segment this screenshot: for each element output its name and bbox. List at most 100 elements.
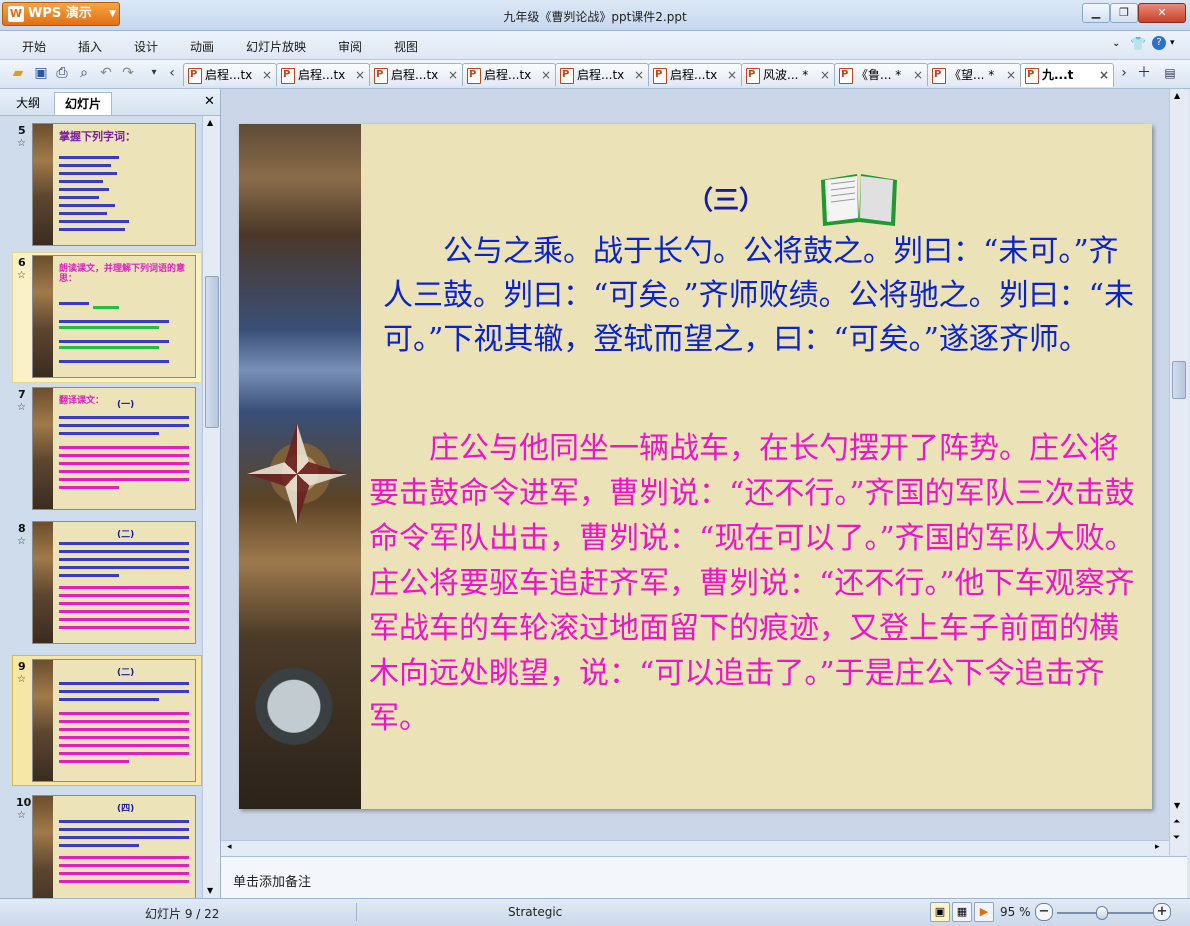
animation-star-icon: ☆	[17, 674, 26, 685]
slide-vertical-scrollbar[interactable]: ▲ ▼ ⏶ ⏷	[1169, 89, 1188, 855]
minimize-button[interactable]: ▁	[1082, 3, 1110, 23]
slide-thumbnail-list: 5 ☆ 掌握下列字词： 6 ☆ 朗读课文，并理解下列词语的意思： 7 ☆ 翻译课…	[0, 116, 202, 899]
current-slide[interactable]: （三） 公与之乘。战于长勺。公将鼓之。刿曰：“未可。”齐人三鼓。刿曰：“可矣。”…	[239, 124, 1152, 809]
document-tab-label: 《望... *	[949, 68, 995, 82]
thumbnail-number: 6	[18, 256, 26, 269]
undo-icon[interactable]: ↶	[98, 65, 114, 81]
document-tab[interactable]: 启程...tx ×	[648, 63, 742, 86]
tab-close-icon[interactable]: ×	[820, 64, 830, 86]
slide-sorter-button[interactable]: ▦	[952, 902, 972, 922]
menu-home[interactable]: 开始	[22, 38, 46, 55]
ppt-file-icon	[281, 68, 295, 84]
save-icon[interactable]: ▣	[33, 65, 49, 81]
thumbnail-number: 5	[18, 124, 26, 137]
thumbnail-subtitle: (一)	[117, 400, 135, 410]
notes-placeholder[interactable]: 单击添加备注	[233, 871, 311, 890]
document-tab[interactable]: 启程...tx ×	[276, 63, 370, 86]
ppt-file-icon	[932, 68, 946, 84]
document-tab[interactable]: 启程...tx ×	[183, 63, 277, 86]
menu-animation[interactable]: 动画	[190, 38, 214, 55]
zoom-slider-handle[interactable]	[1096, 906, 1108, 920]
ppt-file-icon	[653, 68, 667, 84]
menu-view[interactable]: 视图	[394, 38, 418, 55]
redo-icon[interactable]: ↷	[120, 65, 136, 81]
document-tab[interactable]: 风波... * ×	[741, 63, 835, 86]
help-icon[interactable]: ?	[1152, 36, 1166, 50]
document-tab[interactable]: 启程...tx ×	[369, 63, 463, 86]
print-icon[interactable]: ⎙	[54, 65, 70, 81]
scrollbar-thumb[interactable]	[1172, 361, 1186, 399]
menu-review[interactable]: 审阅	[338, 38, 362, 55]
thumbnail-number: 10	[16, 796, 32, 809]
document-tab-label: 启程...tx	[577, 68, 625, 82]
document-tab-active[interactable]: 九...t ×	[1020, 63, 1114, 87]
slide-thumbnail[interactable]: 朗读课文，并理解下列词语的意思：	[32, 255, 196, 378]
panel-tab-bar: 大纲 幻灯片 ✕	[0, 89, 220, 116]
classical-chinese-text[interactable]: 公与之乘。战于长勺。公将鼓之。刿曰：“未可。”齐人三鼓。刿曰：“可矣。”齐师败绩…	[383, 230, 1135, 362]
scroll-up-icon[interactable]: ▲	[1174, 91, 1180, 100]
open-folder-icon[interactable]: ▰	[10, 65, 26, 81]
slide-counter: 幻灯片 9 / 22	[145, 907, 220, 921]
slide-horizontal-scrollbar[interactable]: ◂ ▸	[221, 840, 1169, 856]
skin-icon[interactable]: 👕	[1130, 37, 1146, 52]
scroll-left-icon[interactable]: ◂	[227, 842, 232, 852]
slideshow-button[interactable]: ▶	[974, 902, 994, 922]
tab-scroll-right-icon[interactable]: ›	[1116, 65, 1132, 81]
next-slide-icon[interactable]: ⏷	[1173, 833, 1180, 843]
tab-close-icon[interactable]: ×	[1006, 64, 1016, 86]
menu-slideshow[interactable]: 幻灯片放映	[246, 38, 306, 55]
decorative-medal-photo	[239, 124, 361, 809]
tab-close-icon[interactable]: ×	[262, 64, 272, 86]
slide-thumbnail[interactable]: (四)	[32, 795, 196, 899]
tab-list-icon[interactable]: ▤	[1162, 65, 1178, 81]
scrollbar-thumb[interactable]	[205, 276, 219, 428]
tab-close-icon[interactable]: ×	[727, 64, 737, 86]
document-tab[interactable]: 启程...tx ×	[555, 63, 649, 86]
close-window-button[interactable]: ✕	[1138, 3, 1186, 23]
ppt-file-icon	[839, 68, 853, 84]
slide-thumbnail[interactable]: (二)	[32, 521, 196, 644]
help-dropdown-icon[interactable]: ▾	[1170, 38, 1175, 48]
document-tab[interactable]: 《鲁... * ×	[834, 63, 928, 86]
slide-thumbnail[interactable]: 掌握下列字词：	[32, 123, 196, 246]
tab-outline[interactable]: 大纲	[6, 92, 50, 114]
slide-thumbnail[interactable]: 翻译课文： (一)	[32, 387, 196, 510]
zoom-out-button[interactable]: −	[1035, 903, 1053, 921]
toolbar-more-icon[interactable]: ▾	[146, 65, 162, 81]
document-tab[interactable]: 《望... * ×	[927, 63, 1021, 86]
document-toolbar: ▰ ▣ ⎙ ⌕ ↶ ↷ ▾ ‹ 启程...tx × 启程...tx × 启程...t…	[0, 60, 1190, 89]
thumbnail-scrollbar[interactable]: ▲ ▼	[202, 116, 220, 899]
translation-text[interactable]: 庄公与他同坐一辆战车，在长勺摆开了阵势。庄公将要击鼓命令进军，曹刿说：“还不行。…	[369, 426, 1141, 741]
thumbnail-number: 7	[18, 388, 26, 401]
scroll-down-icon[interactable]: ▼	[207, 886, 213, 895]
tab-close-icon[interactable]: ×	[1099, 64, 1109, 86]
scroll-down-icon[interactable]: ▼	[1174, 801, 1180, 810]
scroll-up-icon[interactable]: ▲	[207, 118, 213, 127]
ribbon-collapse-icon[interactable]: ⌄	[1112, 38, 1120, 49]
new-tab-icon[interactable]: ＋	[1136, 65, 1152, 81]
slide-heading[interactable]: （三）	[687, 180, 765, 217]
maximize-button[interactable]: ❐	[1110, 3, 1138, 23]
tab-slides[interactable]: 幻灯片	[54, 92, 113, 115]
slide-thumbnail-selected[interactable]: (二)	[32, 659, 196, 782]
tab-close-icon[interactable]: ×	[913, 64, 923, 86]
document-tab-label: 九...t	[1042, 68, 1074, 82]
print-preview-icon[interactable]: ⌕	[76, 65, 92, 81]
menu-insert[interactable]: 插入	[78, 38, 102, 55]
tab-scroll-left-icon[interactable]: ‹	[164, 65, 180, 81]
window-title: 九年级《曹刿论战》ppt课件2.ppt	[503, 10, 687, 24]
tab-close-icon[interactable]: ×	[355, 64, 365, 86]
tab-close-icon[interactable]: ×	[448, 64, 458, 86]
scroll-right-icon[interactable]: ▸	[1155, 842, 1160, 852]
document-tab[interactable]: 启程...tx ×	[462, 63, 556, 86]
close-panel-icon[interactable]: ✕	[204, 94, 215, 109]
tab-close-icon[interactable]: ×	[634, 64, 644, 86]
animation-star-icon: ☆	[17, 402, 26, 413]
zoom-in-button[interactable]: +	[1153, 903, 1171, 921]
tab-close-icon[interactable]: ×	[541, 64, 551, 86]
menu-design[interactable]: 设计	[134, 38, 158, 55]
notes-pane[interactable]: 单击添加备注	[221, 856, 1187, 899]
normal-view-button[interactable]: ▣	[930, 902, 950, 922]
minus-icon: −	[1038, 904, 1050, 919]
previous-slide-icon[interactable]: ⏶	[1173, 817, 1180, 827]
